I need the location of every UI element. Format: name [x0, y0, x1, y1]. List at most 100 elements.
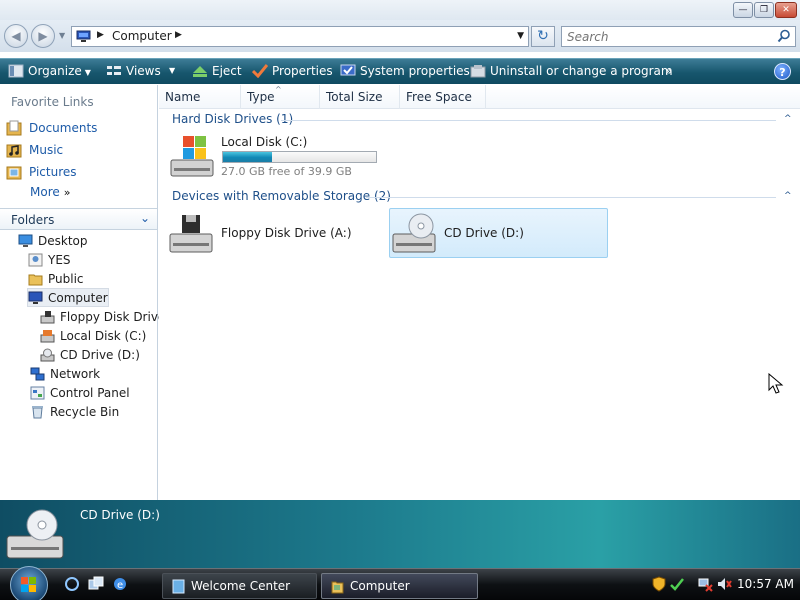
- more-label: More: [30, 185, 60, 199]
- tree-item-floppy[interactable]: Floppy Disk Drive: [40, 308, 165, 327]
- tree-item-label: Floppy Disk Drive: [60, 310, 166, 324]
- documents-folder-icon: [6, 120, 22, 136]
- forward-button[interactable]: ▶: [31, 24, 55, 48]
- views-dropdown-icon[interactable]: ▼: [169, 59, 175, 84]
- views-icon: [107, 66, 121, 75]
- favorite-link-documents[interactable]: Documents: [6, 118, 156, 138]
- user-folder-icon: [28, 253, 43, 267]
- tree-item-desktop[interactable]: Desktop: [18, 232, 88, 251]
- tree-item-public[interactable]: Public: [28, 270, 84, 289]
- column-header-name[interactable]: Name: [159, 85, 241, 109]
- favorite-links-title: Favorite Links: [11, 95, 94, 109]
- group-header-hard-disk-drives[interactable]: Hard Disk Drives (1): [172, 112, 293, 126]
- tree-item-control-panel[interactable]: Control Panel: [30, 384, 130, 403]
- maximize-button[interactable]: ❐: [754, 2, 774, 18]
- tree-item-yes[interactable]: YES: [28, 251, 71, 270]
- collapse-group-icon[interactable]: ^: [784, 191, 792, 201]
- floppy-drive-icon[interactable]: [168, 212, 214, 256]
- minimize-button[interactable]: —: [733, 2, 753, 18]
- tree-item-label: Public: [48, 272, 84, 286]
- overflow-chevron-icon[interactable]: »: [665, 59, 672, 84]
- taskbar-button-welcome-center[interactable]: Welcome Center: [162, 573, 317, 599]
- favorite-link-music[interactable]: Music: [6, 140, 156, 160]
- recent-pages-dropdown-icon[interactable]: ▼: [59, 31, 65, 40]
- tree-item-label: Local Disk (C:): [60, 329, 147, 343]
- tree-item-label: Desktop: [38, 234, 88, 248]
- organize-icon: [8, 64, 24, 78]
- show-desktop-icon[interactable]: [64, 576, 80, 592]
- search-box[interactable]: [561, 26, 796, 47]
- tree-item-computer[interactable]: Computer: [27, 288, 109, 307]
- checkmark-icon: [252, 64, 268, 78]
- close-button[interactable]: ✕: [775, 2, 797, 18]
- address-bar[interactable]: ▶ Computer ▶ ▼: [71, 26, 529, 47]
- tree-item-network[interactable]: Network: [30, 365, 100, 384]
- help-icon[interactable]: ?: [774, 63, 791, 80]
- cd-drive-large-icon: [6, 509, 64, 559]
- collapse-group-icon[interactable]: ^: [784, 114, 792, 124]
- folders-label: Folders: [11, 213, 55, 227]
- tree-item-local-disk[interactable]: Local Disk (C:): [40, 327, 146, 346]
- breadcrumb-computer[interactable]: Computer: [112, 29, 172, 43]
- windows-logo-icon: [21, 577, 36, 592]
- properties-button[interactable]: Properties: [252, 59, 333, 84]
- taskbar: e Welcome Center Computer 10:57 AM: [0, 566, 800, 600]
- taskbar-button-label: Computer: [350, 579, 410, 593]
- system-properties-button[interactable]: System properties: [340, 59, 470, 84]
- drive-name-floppy[interactable]: Floppy Disk Drive (A:): [221, 226, 352, 240]
- folder-icon: [28, 274, 43, 286]
- floppy-drive-icon: [40, 311, 55, 324]
- network-disconnected-icon[interactable]: [697, 576, 713, 592]
- organize-button[interactable]: Organize ▼: [8, 59, 91, 84]
- drive-name-local-disk[interactable]: Local Disk (C:): [221, 135, 307, 149]
- tree-item-label: YES: [48, 253, 71, 267]
- tree-item-label: Computer: [48, 291, 108, 305]
- recycle-bin-icon: [32, 406, 43, 419]
- start-button[interactable]: [10, 566, 48, 600]
- more-favorites-link[interactable]: More»: [30, 185, 70, 199]
- welcome-center-icon: [172, 579, 185, 594]
- folders-header[interactable]: Folders ⌄: [0, 208, 157, 230]
- tree-item-label: Control Panel: [50, 386, 130, 400]
- volume-muted-icon[interactable]: [716, 576, 732, 592]
- programs-icon: [470, 65, 486, 78]
- security-shield-icon[interactable]: [651, 576, 667, 592]
- organize-label: Organize: [28, 64, 82, 78]
- tree-item-recycle-bin[interactable]: Recycle Bin: [30, 403, 119, 422]
- refresh-button[interactable]: ↻: [531, 26, 555, 47]
- internet-explorer-icon[interactable]: e: [112, 576, 128, 592]
- double-chevron-icon: »: [63, 186, 71, 199]
- eject-button[interactable]: Eject: [192, 59, 242, 84]
- window-title-bar: — ❐ ✕: [0, 0, 800, 20]
- views-button[interactable]: Views: [106, 59, 161, 84]
- computer-icon: [76, 30, 91, 42]
- favorite-link-pictures[interactable]: Pictures: [6, 162, 156, 182]
- column-header-total-size[interactable]: Total Size: [320, 85, 400, 109]
- back-button[interactable]: ◀: [4, 24, 28, 48]
- system-properties-label: System properties: [360, 64, 470, 78]
- cd-drive-icon[interactable]: [391, 212, 437, 256]
- chevron-down-icon[interactable]: ⌄: [140, 211, 150, 225]
- search-icon[interactable]: [777, 29, 791, 43]
- system-properties-icon: [340, 64, 356, 76]
- eject-label: Eject: [212, 64, 242, 78]
- favorite-link-label: Pictures: [29, 165, 77, 179]
- drive-name-cd[interactable]: CD Drive (D:): [444, 226, 524, 240]
- switch-windows-icon[interactable]: [88, 576, 104, 592]
- system-clock[interactable]: 10:57 AM: [737, 577, 794, 591]
- taskbar-button-label: Welcome Center: [191, 579, 291, 593]
- column-header-free-space[interactable]: Free Space: [400, 85, 486, 109]
- breadcrumb-separator-icon[interactable]: ▶: [97, 30, 104, 40]
- group-header-removable-storage[interactable]: Devices with Removable Storage (2): [172, 189, 391, 203]
- mouse-pointer-icon: [768, 373, 784, 394]
- search-input[interactable]: [562, 27, 774, 46]
- windows-hard-disk-icon[interactable]: [168, 134, 216, 180]
- address-dropdown-icon[interactable]: ▼: [517, 31, 524, 41]
- sync-status-icon[interactable]: [669, 576, 685, 592]
- properties-label: Properties: [272, 64, 333, 78]
- uninstall-program-button[interactable]: Uninstall or change a program: [470, 59, 673, 84]
- taskbar-button-computer[interactable]: Computer: [321, 573, 478, 599]
- tree-item-cd-drive[interactable]: CD Drive (D:): [40, 346, 140, 365]
- breadcrumb-arrow-icon[interactable]: ▶: [175, 30, 182, 40]
- desktop-icon: [18, 234, 33, 247]
